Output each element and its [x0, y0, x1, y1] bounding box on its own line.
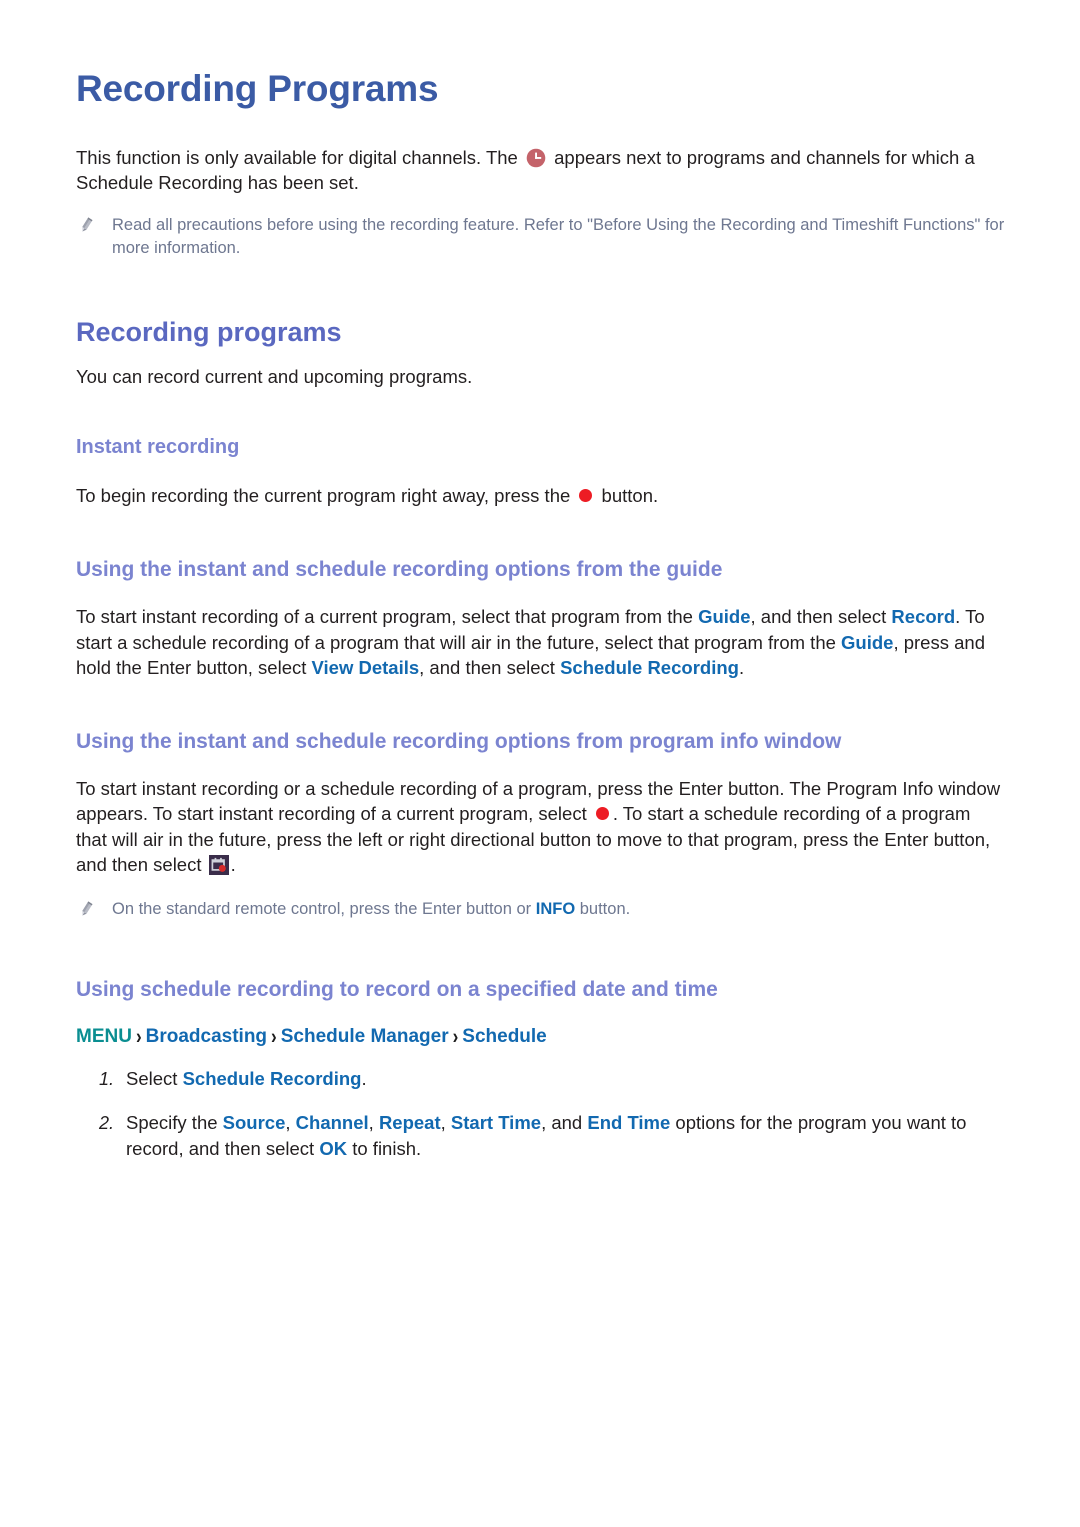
term-end-time: End Time	[587, 1112, 671, 1133]
note-text: On the standard remote control, press th…	[96, 898, 630, 921]
text-segment: , and then select	[750, 606, 892, 628]
pencil-icon	[76, 216, 96, 236]
record-dot-icon	[595, 807, 609, 821]
step-number: 1.	[98, 1069, 114, 1089]
instant-recording-paragraph: To begin recording the current program r…	[76, 483, 1018, 509]
text-segment: to finish.	[347, 1138, 422, 1159]
note-standard-remote: On the standard remote control, press th…	[76, 898, 1018, 921]
schedule-recording-icon	[208, 855, 229, 876]
text-segment: .	[230, 854, 236, 876]
term-start-time: Start Time	[450, 1112, 542, 1133]
text-segment: ,	[368, 1112, 379, 1133]
steps-list: 1. Select Schedule Recording. 2. Specify…	[76, 1066, 1018, 1162]
term-guide-2: Guide	[841, 631, 894, 653]
list-item: 1. Select Schedule Recording.	[76, 1066, 1018, 1092]
chevron-right-icon: ›	[271, 1024, 277, 1049]
term-info: INFO	[535, 899, 576, 918]
text-segment: ,	[285, 1112, 296, 1133]
note-precautions: Read all precautions before using the re…	[76, 214, 1018, 260]
chevron-right-icon: ›	[452, 1024, 459, 1049]
subsection-heading-from-guide: Using the instant and schedule recording…	[76, 557, 723, 581]
term-record: Record	[891, 606, 956, 628]
text-segment: Specify the	[126, 1112, 223, 1133]
from-guide-paragraph: To start instant recording of a current …	[76, 604, 1018, 681]
step-number: 2.	[98, 1113, 114, 1133]
term-schedule-recording: Schedule Recording	[182, 1068, 362, 1089]
text-segment: .	[738, 657, 745, 679]
text-segment: , and then select	[419, 657, 561, 679]
term-repeat: Repeat	[378, 1112, 441, 1133]
breadcrumb-root-menu[interactable]: MENU	[76, 1026, 132, 1047]
term-schedule-recording: Schedule Recording	[560, 657, 739, 679]
instant-text-before: To begin recording the current program r…	[76, 485, 576, 507]
breadcrumb-item-broadcasting[interactable]: Broadcasting	[146, 1026, 267, 1047]
breadcrumb: MENU › Broadcasting › Schedule Manager › Sched…	[76, 1024, 1018, 1050]
term-ok: OK	[319, 1138, 348, 1159]
step-text: Specify the Source, Channel, Repeat, Sta…	[126, 1110, 1006, 1162]
breadcrumb-item-schedule[interactable]: Schedule	[462, 1026, 546, 1047]
clock-icon	[526, 148, 546, 168]
breadcrumb-item-schedule-manager[interactable]: Schedule Manager	[281, 1026, 449, 1047]
intro-text-before: This function is only available for digi…	[76, 146, 523, 168]
subsection-heading-specified-date: Using schedule recording to record on a …	[76, 977, 718, 1001]
term-guide: Guide	[698, 606, 751, 628]
intro-paragraph: This function is only available for digi…	[76, 145, 1018, 196]
chevron-right-icon: ›	[135, 1024, 142, 1049]
section-heading-recording-programs: Recording programs	[76, 316, 342, 347]
term-channel: Channel	[295, 1112, 369, 1133]
program-info-paragraph: To start instant recording or a schedule…	[76, 776, 1006, 878]
record-dot-icon	[579, 489, 593, 503]
text-segment: On the standard remote control, press th…	[112, 899, 536, 918]
subsection-heading-instant-recording: Instant recording	[76, 436, 240, 459]
term-source: Source	[222, 1112, 286, 1133]
note-text: Read all precautions before using the re…	[112, 215, 1005, 257]
pencil-icon	[76, 900, 96, 920]
instant-text-after: button.	[596, 485, 659, 507]
text-segment: Select	[126, 1068, 183, 1089]
text-segment: ,	[440, 1112, 451, 1133]
page-title: Recording Programs	[76, 68, 439, 109]
text-segment: .	[361, 1068, 367, 1089]
section-intro-recording-programs: You can record current and upcoming prog…	[76, 365, 473, 387]
spacer	[76, 1092, 1018, 1110]
document-page: Recording Programs This function is only…	[0, 0, 1080, 1527]
list-item: 2. Specify the Source, Channel, Repeat, …	[76, 1110, 1018, 1162]
text-segment: button.	[575, 899, 631, 918]
step-text: Select Schedule Recording.	[126, 1066, 367, 1092]
text-segment: To start instant recording of a current …	[76, 606, 699, 628]
text-segment: , and	[541, 1112, 588, 1133]
subsection-heading-program-info: Using the instant and schedule recording…	[76, 729, 842, 753]
term-view-details: View Details	[311, 657, 420, 679]
